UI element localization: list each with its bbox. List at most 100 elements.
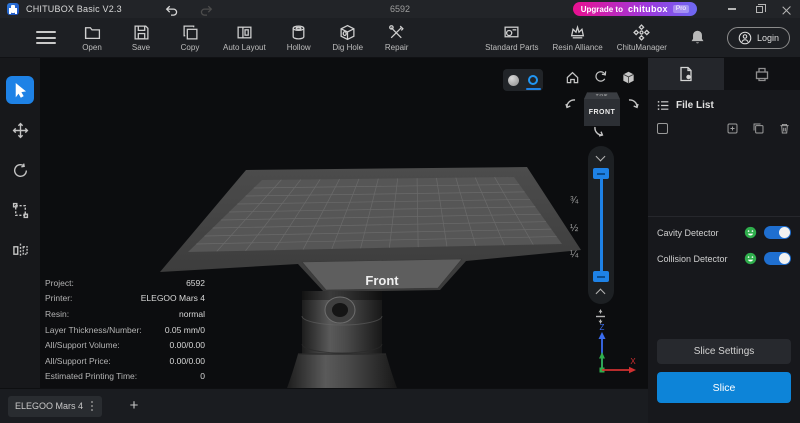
plate-front-label: Front xyxy=(365,273,399,288)
view-cube[interactable]: TOP FRONT xyxy=(584,86,620,126)
add-plate-button[interactable]: + xyxy=(124,396,144,416)
tab-printer-settings[interactable] xyxy=(724,58,800,90)
reset-rotation-button[interactable] xyxy=(591,67,609,85)
minimize-button[interactable] xyxy=(722,1,742,17)
z-compress-icon[interactable] xyxy=(592,308,609,325)
hollow-button[interactable]: Hollow xyxy=(283,24,315,52)
rotate-left-arrow-icon[interactable] xyxy=(564,98,578,112)
move-icon xyxy=(12,122,29,139)
chitubox-window: CHITUBOX Basic V2.3 6592 Upgrade to chit… xyxy=(0,0,800,423)
collision-detector-row: Collision Detector xyxy=(648,243,800,269)
info-row-layer-thickness: Layer Thickness/Number:0.05 mm/0 xyxy=(45,322,205,338)
repair-icon xyxy=(388,24,405,41)
save-icon xyxy=(133,24,150,41)
model-cylinder xyxy=(287,291,397,388)
info-row-project: Project:6592 xyxy=(45,275,205,291)
cavity-status-ok-icon xyxy=(744,226,757,239)
file-list-actions xyxy=(648,118,800,141)
slider-mark-quarter: ¼ xyxy=(570,249,578,260)
isometric-view-button[interactable] xyxy=(619,68,637,86)
viewport-3d[interactable]: Front xyxy=(40,58,648,388)
chitumanager-button[interactable]: ChituManager xyxy=(617,24,667,52)
perspective-view-icon[interactable] xyxy=(508,75,519,86)
auto-layout-icon xyxy=(236,24,253,41)
rotate-down-arrow-icon[interactable] xyxy=(593,124,607,138)
close-button[interactable] xyxy=(776,1,796,17)
plate-tab-menu-icon[interactable] xyxy=(89,399,95,413)
plate-tab-elegoo-mars-4[interactable]: ELEGOO Mars 4 xyxy=(8,396,102,417)
toolbar: Open Save Copy Auto Layout Hollow Dig Ho… xyxy=(0,18,800,58)
scale-icon xyxy=(12,202,29,219)
info-row-price: All/Support Price:0.00/0.00 xyxy=(45,353,205,369)
slice-button[interactable]: Slice xyxy=(657,372,791,403)
mirror-icon xyxy=(12,242,29,259)
login-button[interactable]: Login xyxy=(727,27,790,49)
file-list-title: File List xyxy=(676,100,714,111)
move-tool-button[interactable] xyxy=(6,116,34,144)
list-icon xyxy=(657,99,670,112)
standard-parts-button[interactable]: Standard Parts xyxy=(485,24,538,52)
view-cube-front-face[interactable]: FRONT xyxy=(584,99,620,126)
slider-mark-three-quarters: ¾ xyxy=(570,195,578,206)
select-all-checkbox[interactable] xyxy=(657,123,668,134)
home-view-button[interactable] xyxy=(563,68,581,86)
close-icon xyxy=(782,5,791,14)
clip-slider-lower-handle[interactable] xyxy=(593,271,609,282)
user-icon xyxy=(738,31,752,45)
axis-z-label: Z xyxy=(600,324,605,332)
axis-gizmo: Z X xyxy=(592,324,640,382)
open-button[interactable]: Open xyxy=(76,24,108,52)
standard-parts-icon xyxy=(503,24,520,41)
file-list-empty-area[interactable] xyxy=(648,141,800,216)
rotate-tool-button[interactable] xyxy=(6,156,34,184)
file-settings-icon xyxy=(678,66,694,82)
title-bar: CHITUBOX Basic V2.3 6592 Upgrade to chit… xyxy=(0,0,800,18)
rotate-right-arrow-icon[interactable] xyxy=(626,98,640,112)
printer-icon xyxy=(754,66,770,82)
dig-hole-icon xyxy=(339,24,356,41)
duplicate-icon[interactable] xyxy=(752,122,765,135)
save-button[interactable]: Save xyxy=(125,24,157,52)
right-panel: File List Cavity Detector xyxy=(648,58,800,423)
dig-hole-button[interactable]: Dig Hole xyxy=(332,24,364,52)
tab-file-settings[interactable] xyxy=(648,58,724,90)
info-row-print-time: Estimated Printing Time:0 xyxy=(45,369,205,385)
cavity-detector-toggle[interactable] xyxy=(764,226,791,239)
restore-icon xyxy=(756,6,763,13)
resin-alliance-button[interactable]: Resin Alliance xyxy=(552,24,602,52)
menu-button[interactable] xyxy=(36,31,56,44)
view-cube-top-face[interactable]: TOP xyxy=(584,92,620,99)
title-bar-right: Upgrade to chitubox Pro xyxy=(573,0,796,18)
clip-slider-track[interactable] xyxy=(600,176,603,274)
chitubox-logo-icon xyxy=(7,3,19,15)
select-tool-button[interactable] xyxy=(6,76,34,104)
resin-alliance-icon xyxy=(569,24,586,41)
clip-slider-upper-handle[interactable] xyxy=(593,168,609,179)
project-info-overlay: Project:6592 Printer:ELEGOO Mars 4 Resin… xyxy=(45,275,205,384)
add-file-icon[interactable] xyxy=(726,122,739,135)
collision-detector-toggle[interactable] xyxy=(764,252,791,265)
restore-button[interactable] xyxy=(749,1,769,17)
delete-icon[interactable] xyxy=(778,122,791,135)
minimize-icon xyxy=(728,8,736,10)
app-title: CHITUBOX Basic V2.3 xyxy=(26,4,122,14)
info-row-volume: All/Support Volume:0.00/0.00 xyxy=(45,337,205,353)
notifications-bell-icon[interactable] xyxy=(689,29,707,47)
redo-icon[interactable] xyxy=(200,3,214,15)
info-row-resin: Resin:normal xyxy=(45,306,205,322)
projection-toggle xyxy=(503,69,543,91)
rotate-icon xyxy=(12,162,29,179)
slice-settings-button[interactable]: Slice Settings xyxy=(657,339,791,364)
slider-step-down-icon[interactable] xyxy=(596,152,606,162)
clip-slider xyxy=(588,146,614,304)
upgrade-to-pro-button[interactable]: Upgrade to chitubox Pro xyxy=(573,2,697,16)
undo-icon[interactable] xyxy=(164,3,178,15)
scale-tool-button[interactable] xyxy=(6,196,34,224)
auto-layout-button[interactable]: Auto Layout xyxy=(223,24,266,52)
orthographic-view-icon[interactable] xyxy=(528,69,538,91)
mirror-tool-button[interactable] xyxy=(6,236,34,264)
slider-step-up-icon[interactable] xyxy=(596,289,606,299)
copy-button[interactable]: Copy xyxy=(174,24,206,52)
right-panel-tabs xyxy=(648,58,800,90)
repair-button[interactable]: Repair xyxy=(381,24,413,52)
